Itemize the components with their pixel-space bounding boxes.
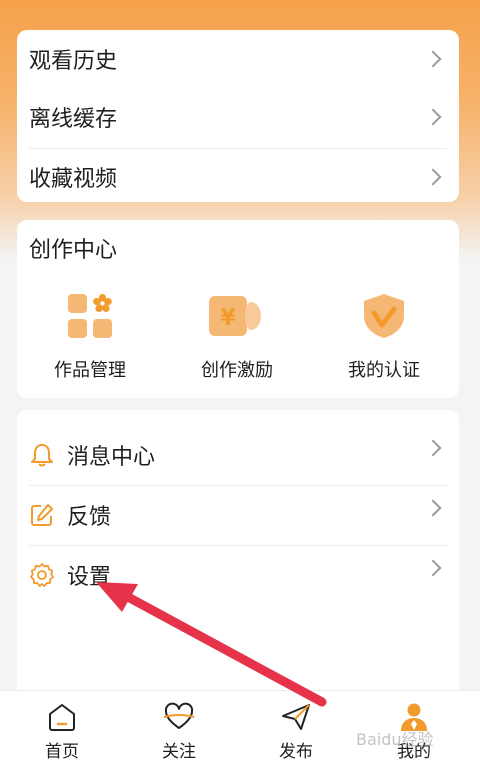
- works-management-button[interactable]: 作品管理: [30, 292, 150, 382]
- chevron-right-icon: [424, 50, 442, 68]
- chevron-right-icon: [424, 108, 442, 126]
- creator-center-card: 创作中心 作品管理 ¥ 创作激励 我的认证: [17, 220, 459, 398]
- works-management-label: 作品管理: [54, 360, 126, 381]
- watch-history-row[interactable]: 观看历史: [17, 30, 459, 88]
- tab-publish-label: 发布: [279, 742, 313, 762]
- favorite-videos-row[interactable]: 收藏视频: [17, 148, 459, 206]
- favorite-videos-label: 收藏视频: [29, 167, 118, 192]
- tab-following[interactable]: 关注: [139, 701, 219, 762]
- verified-shield-icon: [360, 292, 408, 340]
- tab-home[interactable]: 首页: [22, 701, 102, 762]
- tab-following-label: 关注: [162, 742, 196, 762]
- creator-incentive-label: 创作激励: [201, 360, 273, 381]
- edit-icon: [29, 502, 55, 528]
- yuan-reward-icon: ¥: [209, 292, 265, 340]
- tab-home-label: 首页: [45, 742, 79, 762]
- send-icon: [280, 701, 312, 733]
- offline-cache-label: 离线缓存: [29, 107, 118, 132]
- svg-text:¥: ¥: [220, 306, 236, 331]
- message-center-row[interactable]: 消息中心: [17, 426, 459, 484]
- chevron-right-icon: [424, 439, 442, 457]
- chevron-right-icon: [424, 499, 442, 517]
- chevron-right-icon: [424, 168, 442, 186]
- heart-icon: [163, 701, 195, 733]
- bell-icon: [29, 442, 55, 468]
- library-card: 观看历史 离线缓存 收藏视频: [17, 30, 459, 202]
- creator-incentive-button[interactable]: ¥ 创作激励: [177, 292, 297, 382]
- gear-icon: [29, 562, 55, 588]
- settings-label: 设置: [67, 565, 112, 590]
- works-grid-icon: [66, 292, 114, 340]
- my-verification-button[interactable]: 我的认证: [324, 292, 444, 382]
- chevron-right-icon: [424, 559, 442, 577]
- feedback-row[interactable]: 反馈: [17, 486, 459, 544]
- offline-cache-row[interactable]: 离线缓存: [17, 88, 459, 146]
- feedback-label: 反馈: [67, 505, 112, 530]
- tab-publish[interactable]: 发布: [256, 701, 336, 762]
- my-verification-label: 我的认证: [348, 360, 420, 381]
- home-icon: [46, 701, 78, 733]
- message-center-label: 消息中心: [67, 445, 156, 470]
- watch-history-label: 观看历史: [29, 49, 118, 74]
- creator-center-title: 创作中心: [29, 238, 118, 263]
- watermark-text: Baidu经验: [356, 730, 434, 749]
- settings-card: 消息中心 反馈 设置: [17, 410, 459, 690]
- settings-row[interactable]: 设置: [17, 546, 459, 604]
